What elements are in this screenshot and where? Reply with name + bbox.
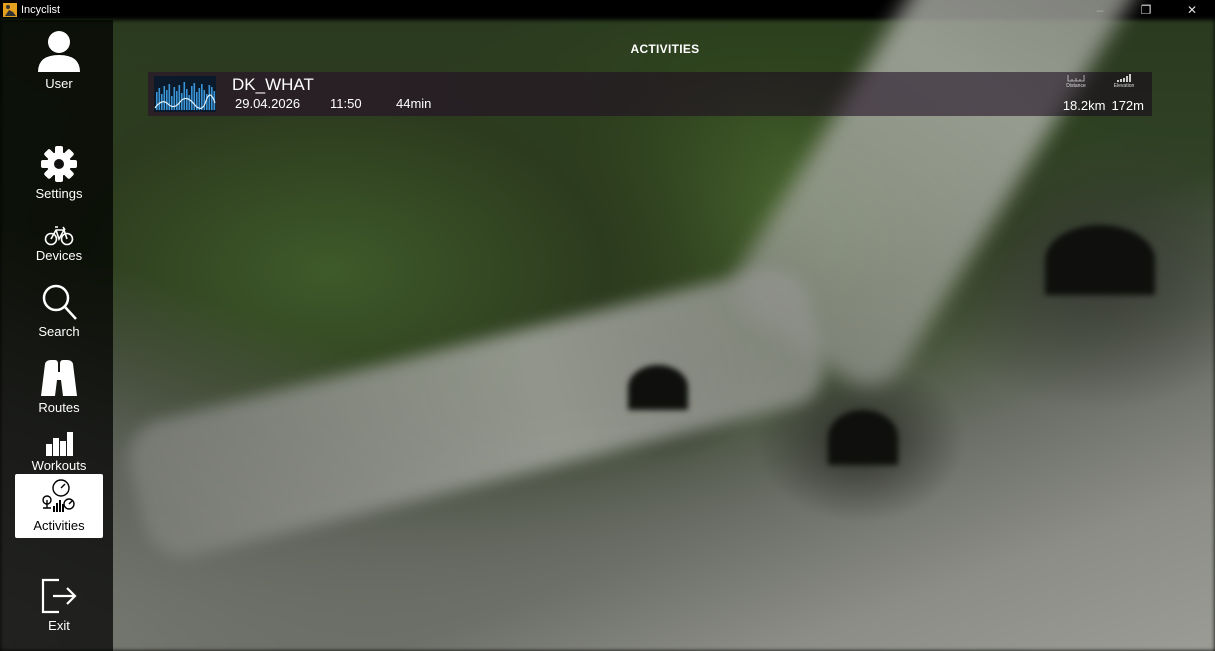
- elevation-stat: Elevation: [1104, 74, 1144, 89]
- activity-name: DK_WHAT: [232, 75, 314, 94]
- sidebar-item-label: Activities: [33, 518, 85, 533]
- workout-bars-icon: [46, 432, 73, 456]
- close-button[interactable]: ✕: [1169, 0, 1215, 20]
- thumbnail-bar: [186, 89, 188, 110]
- exit-icon: [41, 578, 77, 614]
- elevation-icon: [1117, 74, 1131, 82]
- sidebar-item-label: Search: [38, 324, 80, 339]
- background-tunnel: [1045, 225, 1155, 295]
- distance-stat: Distance: [1056, 74, 1096, 89]
- thumbnail-bar: [171, 96, 173, 110]
- thumbnail-bar: [181, 93, 183, 110]
- distance-icon: [1067, 75, 1085, 82]
- background-tunnel: [628, 365, 688, 410]
- activity-duration: 44min: [396, 96, 432, 111]
- thumbnail-bar: [178, 85, 181, 110]
- elevation-caption: Elevation: [1113, 83, 1135, 89]
- binoculars-icon: [41, 360, 77, 396]
- activity-date: 29.04.2026: [235, 96, 301, 111]
- app-logo-icon: [3, 3, 17, 17]
- sidebar-item-search[interactable]: Search: [15, 282, 103, 342]
- distance-value: 18.2km: [1062, 98, 1106, 113]
- thumbnail-bar: [193, 83, 196, 110]
- sidebar-item-label: User: [45, 76, 73, 91]
- sidebar-item-routes[interactable]: Routes: [15, 358, 103, 420]
- sidebar-item-label: Routes: [38, 400, 80, 415]
- activity-row[interactable]: DK_WHAT 29.04.2026 11:50 44min Distance …: [148, 72, 1152, 116]
- elevation-value: 172m: [1111, 98, 1144, 113]
- sidebar-item-exit[interactable]: Exit: [15, 574, 103, 644]
- sidebar-item-devices[interactable]: Devices: [15, 224, 103, 276]
- sidebar-item-user[interactable]: User: [15, 28, 103, 98]
- sidebar-item-label: Devices: [35, 248, 83, 263]
- window-title: Incyclist: [21, 4, 61, 16]
- sidebar-item-activities[interactable]: Activities: [15, 474, 103, 538]
- search-icon: [42, 284, 77, 320]
- background-tunnel: [828, 410, 898, 465]
- thumbnail-bar: [191, 86, 193, 110]
- sidebar: User Settings Devices Search Routes Work…: [0, 20, 113, 651]
- maximize-button[interactable]: ❐: [1123, 0, 1169, 20]
- gear-icon: [41, 146, 77, 182]
- thumbnail-bar: [176, 91, 178, 110]
- bicycle-icon: [44, 226, 74, 246]
- sidebar-item-label: Settings: [35, 186, 83, 201]
- thumbnail-bar: [201, 84, 203, 110]
- thumbnail-bar: [158, 88, 161, 110]
- activity-time: 11:50: [330, 96, 362, 111]
- sidebar-item-label: Exit: [48, 618, 70, 633]
- sidebar-item-settings[interactable]: Settings: [15, 144, 103, 210]
- user-icon: [38, 31, 80, 72]
- thumbnail-bar: [188, 95, 191, 110]
- thumbnail-bar: [163, 86, 166, 110]
- activity-thumbnail: [154, 76, 216, 112]
- thumbnail-bar: [208, 85, 211, 110]
- sidebar-item-label: Workouts: [31, 458, 87, 473]
- activities-icon: [42, 479, 75, 512]
- distance-caption: Distance: [1066, 83, 1086, 89]
- thumbnail-bar: [211, 87, 213, 110]
- thumbnail-bar: [166, 90, 168, 110]
- thumbnail-bar: [183, 82, 186, 110]
- thumbnail-bar: [198, 88, 201, 110]
- page-title: ACTIVITIES: [630, 42, 700, 56]
